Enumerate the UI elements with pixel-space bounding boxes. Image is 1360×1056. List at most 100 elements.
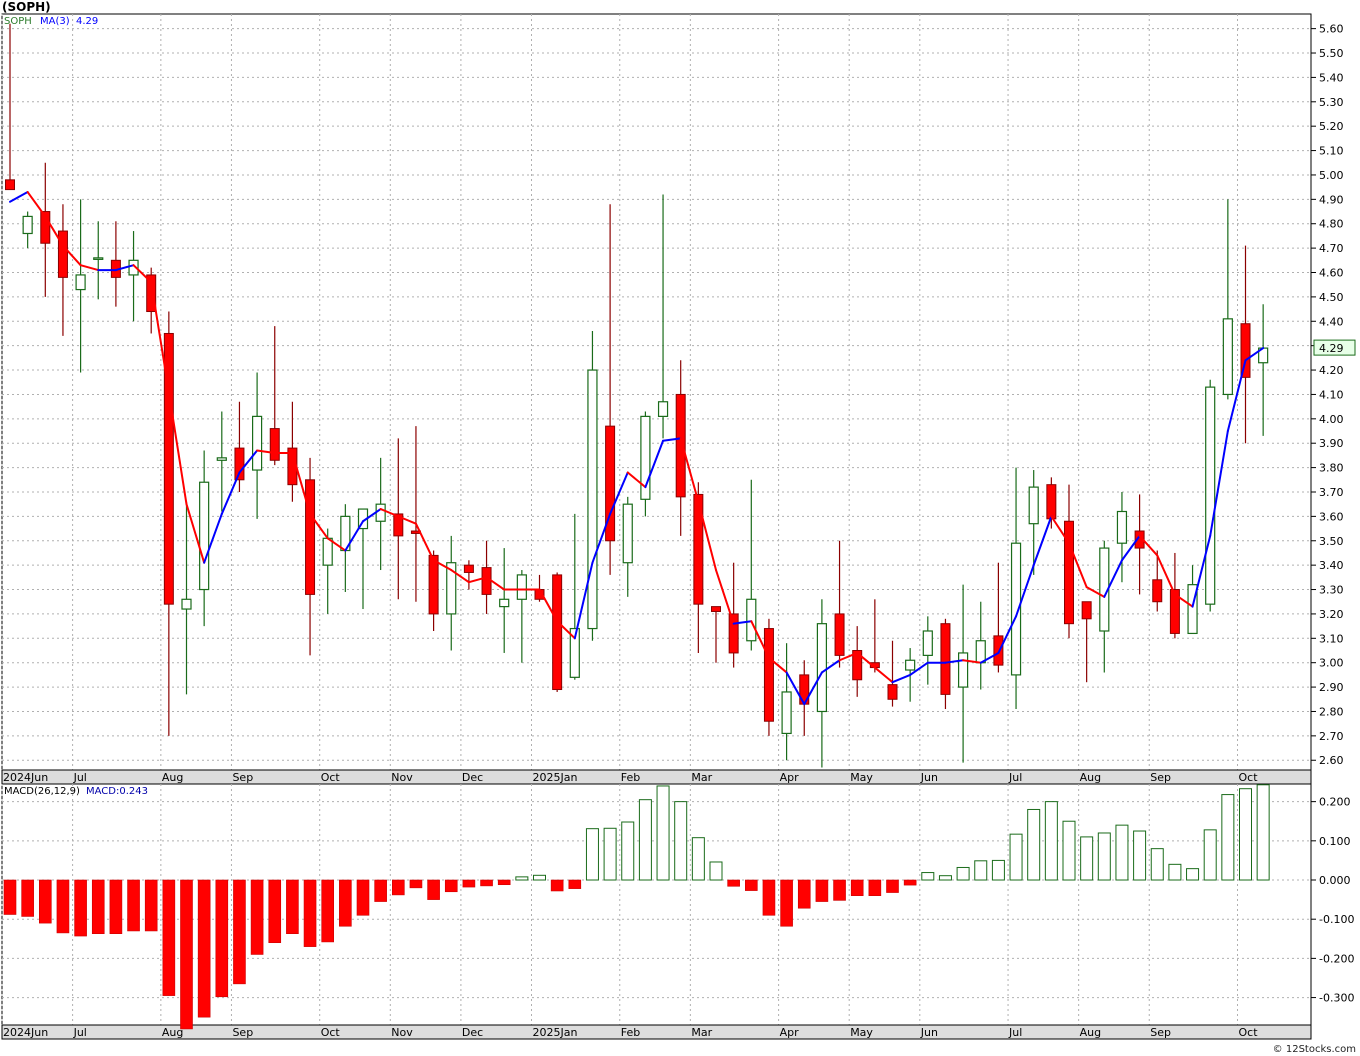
price-tick-label: 4.50 (1319, 291, 1344, 304)
macd-bar-negative (339, 879, 352, 927)
macd-bar-positive (1256, 784, 1270, 881)
candle-body-down (428, 554, 439, 615)
price-tick-label: 4.40 (1319, 315, 1344, 328)
macd-bar-negative (127, 879, 140, 932)
price-xaxis-label: Aug (1080, 771, 1101, 784)
candle-body-down (993, 635, 1004, 666)
chart-title: (SOPH) (2, 0, 51, 14)
candle-body-down (728, 613, 739, 654)
macd-bar-negative (109, 879, 123, 934)
legend-ma-value: 4.29 (76, 16, 99, 27)
macd-bar-positive (603, 827, 617, 881)
macd-bar-negative (886, 879, 899, 893)
macd-xaxis-label: Jul (1008, 1026, 1022, 1039)
last-price-label: 4.29 (1319, 342, 1344, 355)
price-tick-label: 4.70 (1319, 242, 1344, 255)
macd-xaxis-label: Feb (621, 1026, 640, 1039)
candle-body-up (199, 481, 210, 591)
macd-xaxis-label: Aug (1080, 1026, 1101, 1039)
price-tick-label: 3.00 (1319, 657, 1344, 670)
macd-bar-negative (162, 879, 176, 996)
candle-body-up (957, 652, 969, 688)
macd-bar-positive (956, 866, 970, 881)
macd-bar-positive (1186, 868, 1200, 881)
macd-bar-positive (1080, 836, 1094, 881)
macd-bar-negative (197, 879, 211, 1018)
macd-bar-positive (991, 859, 1005, 881)
price-panel: 2.60 2.70 2.80 2.90 3.00 3.10 3.20 3.30 3.40 3.50… (1, 13, 1356, 785)
candle-body-up (746, 598, 757, 642)
candle-body-up (975, 640, 986, 664)
macd-tick-label: -0.100 (1319, 913, 1354, 926)
macd-bar-positive (621, 821, 635, 881)
price-xaxis-label: Jun (920, 771, 938, 784)
price-tick-label: 3.30 (1319, 584, 1344, 597)
candle-body-up (905, 659, 916, 671)
macd-bar-positive (1221, 794, 1235, 881)
macd-bar-negative (550, 879, 564, 892)
macd-tick-label: -0.300 (1319, 992, 1354, 1005)
macd-bar-negative (409, 879, 423, 889)
price-xaxis-label: Aug (162, 771, 183, 784)
macd-bar-negative (780, 879, 793, 927)
candle-body-down (1152, 579, 1163, 603)
macd-xaxis-label: Oct (1239, 1026, 1259, 1039)
price-tick-label: 2.60 (1319, 754, 1344, 767)
macd-bar-positive (1168, 863, 1182, 881)
macd-bar-positive (709, 861, 723, 881)
macd-tick-label: 0.200 (1319, 796, 1351, 809)
macd-bar-positive (1133, 830, 1147, 881)
macd-bar-positive (674, 801, 688, 881)
legend-symbol: SOPH (4, 16, 32, 27)
macd-bar-negative (286, 879, 299, 934)
candle-body-up (657, 401, 669, 417)
candle-body-down (5, 179, 15, 191)
macd-bar-negative (74, 879, 87, 937)
legend-macd-value: MACD:0.243 (86, 786, 148, 797)
macd-xaxis-label: 2025Jan (533, 1026, 578, 1039)
macd-xaxis-label: May (850, 1026, 873, 1039)
price-xaxis-label: May (850, 771, 873, 784)
macd-bar-negative (480, 879, 493, 887)
macd-bar-negative (727, 879, 740, 887)
legend-macd-label: MACD(26,12,9) (4, 786, 80, 797)
macd-bar-positive (533, 874, 546, 881)
macd-bar-positive (638, 799, 652, 881)
candle-body-up (375, 503, 386, 522)
candle-body-up (922, 630, 933, 656)
macd-bar-negative (250, 879, 264, 955)
price-tick-label: 5.00 (1319, 169, 1344, 182)
price-tick-label: 3.40 (1319, 559, 1344, 572)
candle-body-down (940, 623, 951, 695)
price-tick-label: 5.50 (1319, 47, 1344, 60)
macd-tick-label: 0.000 (1319, 874, 1351, 887)
candle-body-down (552, 574, 563, 691)
candle-body-up (781, 691, 792, 735)
price-tick-label: 2.90 (1319, 681, 1344, 694)
macd-xaxis-label: Oct (321, 1026, 341, 1039)
macd-bar-negative (303, 879, 317, 947)
macd-bar-negative (391, 879, 405, 896)
macd-bar-negative (462, 879, 476, 888)
price-xaxis-label: Feb (621, 771, 640, 784)
candle-body-down (1081, 601, 1092, 620)
price-xaxis-label: Dec (462, 771, 483, 784)
macd-bar-positive (585, 828, 599, 881)
macd-bar-positive (1115, 824, 1129, 881)
macd-bar-negative (91, 879, 105, 934)
price-tick-label: 2.70 (1319, 730, 1344, 743)
macd-bar-positive (1203, 829, 1217, 881)
price-xaxis-label: Jul (73, 771, 87, 784)
macd-bar-positive (974, 860, 988, 881)
price-tick-label: 3.80 (1319, 462, 1344, 475)
candle-body-up (1028, 486, 1039, 525)
legend-ma-label: MA(3) (40, 16, 70, 27)
candle-body-up (93, 257, 104, 260)
candle-body-down (675, 393, 686, 498)
price-xaxis-label: Oct (321, 771, 341, 784)
candle-body-up (1222, 318, 1233, 396)
price-tick-label: 3.90 (1319, 437, 1344, 450)
price-xaxis-label: Nov (391, 771, 413, 784)
macd-bar-negative (3, 879, 17, 915)
candle-body-up (499, 598, 510, 608)
